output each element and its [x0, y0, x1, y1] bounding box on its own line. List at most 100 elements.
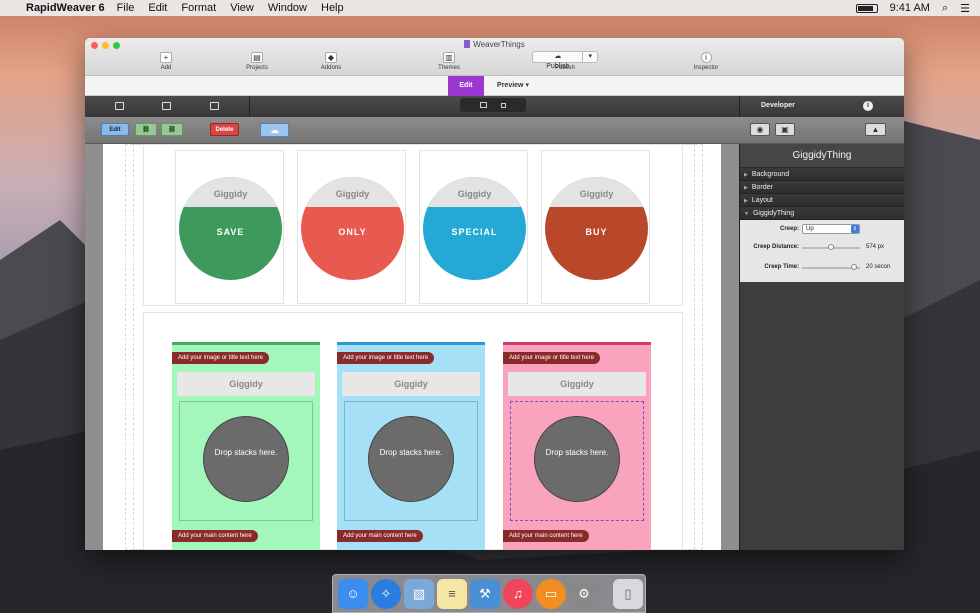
add-image-placeholder[interactable]: Add your image or title text here — [172, 352, 270, 364]
stacks-toolbar: Developer i — [85, 96, 904, 117]
inspector-title: GiggidyThing — [740, 144, 904, 168]
inspector-button[interactable]: i Inspector — [689, 52, 723, 71]
add-main-content-placeholder[interactable]: Add your main content here — [337, 530, 423, 542]
tile-card[interactable]: Add your image or title text here Giggid… — [172, 342, 320, 550]
window-title: WeaverThings — [85, 40, 904, 49]
circle-title: Giggidy — [301, 177, 404, 207]
stack-export-icon[interactable]: ▲ — [865, 123, 886, 136]
chevron-down-icon[interactable]: ▾ — [582, 52, 597, 62]
eye-icon[interactable]: ◉ — [750, 123, 770, 136]
safari-icon[interactable]: ✧ — [371, 579, 401, 609]
menu-view[interactable]: View — [230, 2, 254, 14]
page-canvas[interactable]: Giggidy SAVE Giggidy ONLY Giggidy SPECIA… — [85, 144, 739, 550]
circle-card[interactable]: Giggidy ONLY — [297, 150, 406, 304]
circle-title: Giggidy — [423, 177, 526, 207]
section-layout[interactable]: ▶ Layout — [740, 194, 904, 207]
app-menu[interactable]: RapidWeaver 6 — [26, 2, 105, 14]
tile-title: Giggidy — [342, 372, 480, 396]
mobile-view-icon[interactable] — [501, 102, 506, 108]
publish-button[interactable]: ☁ Publish ▾ — [532, 51, 598, 70]
circle-badge[interactable]: Giggidy SPECIAL — [423, 177, 526, 280]
trash-icon[interactable]: ▯ — [613, 579, 643, 609]
creep-label: Creep: — [779, 226, 799, 232]
creep-time-label: Creep Time: — [764, 264, 799, 270]
circle-card[interactable]: Giggidy SPECIAL — [419, 150, 528, 304]
finder-icon[interactable]: ☺ — [338, 579, 368, 609]
tile-card[interactable]: Add your image or title text here Giggid… — [503, 342, 651, 550]
section-background[interactable]: ▶ Background — [740, 168, 904, 181]
info-icon[interactable]: i — [863, 101, 873, 111]
desktop-view-icon[interactable] — [480, 102, 487, 108]
select-arrows-icon: ⇕ — [851, 225, 859, 233]
addons-button[interactable]: ◆ Addons — [317, 52, 345, 71]
link-icon[interactable]: ⛓ — [135, 123, 157, 136]
addons-icon: ◆ — [325, 52, 337, 63]
preview-icon[interactable]: ▧ — [404, 579, 434, 609]
page-content[interactable]: Giggidy SAVE Giggidy ONLY Giggidy SPECIA… — [103, 144, 721, 550]
circle-title: Giggidy — [545, 177, 648, 207]
themes-button[interactable]: ▥ Themes — [435, 52, 463, 71]
developer-label: Developer — [761, 102, 795, 109]
projects-button[interactable]: ▤ Projects — [241, 52, 273, 71]
slider-knob[interactable] — [828, 244, 834, 250]
circle-card[interactable]: Giggidy SAVE — [175, 150, 284, 304]
dock: ☺ ✧ ▧ ≡ ⚒ ♫ ▭ ⚙ ▯ — [332, 574, 646, 613]
disclosure-icon: ▶ — [744, 172, 748, 178]
slider-knob[interactable] — [851, 264, 858, 270]
preview-mode-tab[interactable]: Preview ▾ — [484, 76, 542, 96]
view-size-toggle[interactable] — [460, 98, 526, 112]
xcode-icon[interactable]: ⚒ — [470, 579, 500, 609]
disclosure-icon: ▶ — [744, 198, 748, 204]
menu-help[interactable]: Help — [321, 2, 344, 14]
stack-action-bar: Edit ⛓ ⛓ Delete ☁ ◉ ▣ ▲ — [85, 117, 904, 144]
drop-stacks-zone[interactable]: Drop stacks here. — [369, 417, 453, 501]
system-preferences-icon[interactable]: ⚙ — [569, 579, 599, 609]
projects-icon: ▤ — [251, 52, 263, 63]
section-giggidything[interactable]: ▼ GiggidyThing — [740, 207, 904, 220]
disclosure-icon: ▶ — [744, 185, 748, 191]
circle-card[interactable]: Giggidy BUY — [541, 150, 650, 304]
section-border[interactable]: ▶ Border — [740, 181, 904, 194]
add-main-content-placeholder[interactable]: Add your main content here — [503, 530, 589, 542]
templates-icon[interactable] — [162, 102, 171, 110]
menu-file[interactable]: File — [117, 2, 135, 14]
mode-bar: Edit Preview ▾ — [85, 76, 904, 96]
notes-icon[interactable]: ≡ — [437, 579, 467, 609]
lock-icon[interactable]: ▣ — [775, 123, 795, 136]
notification-center-icon[interactable]: ☰ — [960, 2, 970, 15]
circle-badge[interactable]: Giggidy ONLY — [301, 177, 404, 280]
creep-time-slider[interactable] — [802, 264, 860, 270]
menu-window[interactable]: Window — [268, 2, 307, 14]
add-button[interactable]: + Add — [155, 52, 177, 71]
creep-select[interactable]: Up ⇕ — [802, 224, 860, 234]
image-icon[interactable] — [210, 102, 219, 110]
cloud-icon[interactable]: ☁ — [260, 123, 289, 137]
add-main-content-placeholder[interactable]: Add your main content here — [172, 530, 258, 542]
circle-title: Giggidy — [179, 177, 282, 207]
clock[interactable]: 9:41 AM — [890, 2, 930, 14]
delete-stack-button[interactable]: Delete — [210, 123, 239, 136]
unlink-icon[interactable]: ⛓ — [161, 123, 183, 136]
edit-mode-tab[interactable]: Edit — [448, 76, 484, 96]
plus-icon: + — [160, 52, 172, 63]
circle-badge[interactable]: Giggidy SAVE — [179, 177, 282, 280]
creep-distance-slider[interactable] — [802, 244, 860, 250]
stack-library-icon[interactable] — [115, 102, 124, 110]
add-image-placeholder[interactable]: Add your image or title text here — [337, 352, 435, 364]
disclosure-open-icon: ▼ — [744, 211, 749, 217]
add-image-placeholder[interactable]: Add your image or title text here — [503, 352, 601, 364]
battery-icon[interactable] — [855, 3, 878, 13]
edit-stack-button[interactable]: Edit — [101, 123, 129, 136]
menu-format[interactable]: Format — [181, 2, 216, 14]
tile-card[interactable]: Add your image or title text here Giggid… — [337, 342, 485, 550]
giggidything-settings: Creep: Up ⇕ Creep Distance: 574 px Creep… — [740, 220, 904, 282]
circle-label: SPECIAL — [451, 227, 498, 237]
spotlight-icon[interactable]: ⌕ — [942, 2, 948, 15]
itunes-icon[interactable]: ♫ — [503, 579, 533, 609]
drop-stacks-zone[interactable]: Drop stacks here. — [535, 417, 619, 501]
ibooks-icon[interactable]: ▭ — [536, 579, 566, 609]
menu-bar: RapidWeaver 6 File Edit Format View Wind… — [0, 0, 980, 16]
drop-stacks-zone[interactable]: Drop stacks here. — [204, 417, 288, 501]
circle-badge[interactable]: Giggidy BUY — [545, 177, 648, 280]
menu-edit[interactable]: Edit — [148, 2, 167, 14]
